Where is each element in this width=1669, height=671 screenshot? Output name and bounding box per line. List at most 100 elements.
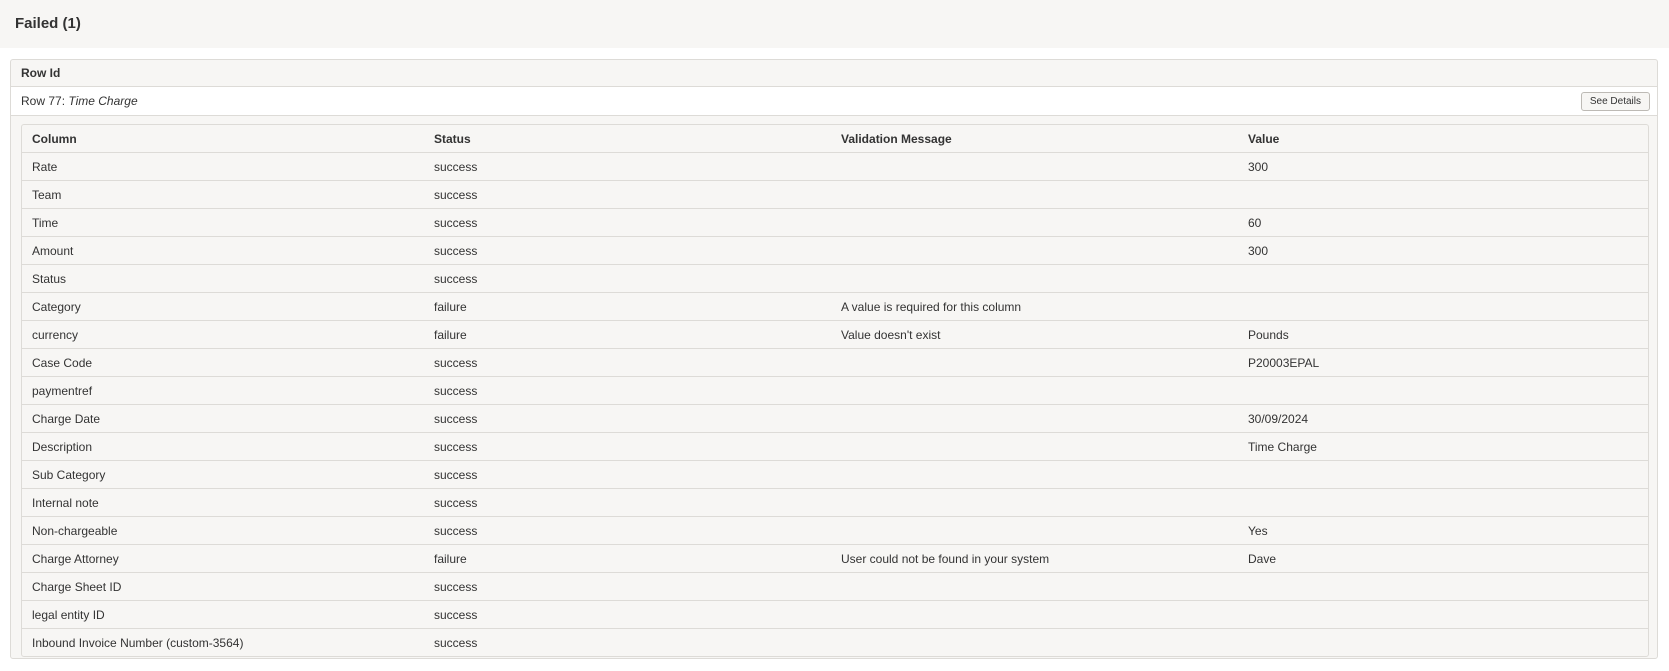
cell-value: 300 <box>1238 236 1648 265</box>
cell-status: success <box>424 600 831 629</box>
failed-section-title: Failed (1) <box>15 15 81 32</box>
table-row: Internal note success <box>22 488 1648 517</box>
cell-column-name: Case Code <box>22 348 424 377</box>
cell-value: P20003EPAL <box>1238 348 1648 377</box>
cell-column-name: paymentref <box>22 376 424 405</box>
cell-validation-message <box>831 629 1238 657</box>
table-row: Sub Category success <box>22 460 1648 489</box>
table-row: Amount success 300 <box>22 236 1648 265</box>
see-details-button[interactable]: See Details <box>1580 92 1650 111</box>
cell-value: Dave <box>1238 544 1648 573</box>
table-row: Time success 60 <box>22 208 1648 237</box>
table-row: paymentref success <box>22 376 1648 405</box>
cell-validation-message <box>831 236 1238 265</box>
cell-status: failure <box>424 320 831 349</box>
import-results-page: Failed (1) Row Id Row 77: Time Charge Se… <box>0 0 1669 671</box>
cell-column-name: currency <box>22 320 424 349</box>
cell-validation-message: A value is required for this column <box>831 292 1238 321</box>
cell-value <box>1238 264 1648 293</box>
cell-validation-message <box>831 376 1238 405</box>
cell-status: success <box>424 516 831 545</box>
row-id-heading: Row Id <box>11 60 1657 87</box>
cell-status: success <box>424 572 831 601</box>
row-name: Time Charge <box>68 94 138 108</box>
failed-section-header: Failed (1) <box>0 0 1669 48</box>
validation-table: Column Status Validation Message Value R… <box>22 125 1648 656</box>
cell-column-name: Team <box>22 180 424 209</box>
failed-rows-panel: Row Id Row 77: Time Charge See Details C… <box>10 59 1658 659</box>
cell-validation-message <box>831 572 1238 601</box>
cell-value <box>1238 460 1648 489</box>
cell-validation-message <box>831 348 1238 377</box>
cell-value <box>1238 180 1648 209</box>
column-header-validation-message: Validation Message <box>831 125 1238 153</box>
cell-value: 30/09/2024 <box>1238 404 1648 433</box>
cell-column-name: Time <box>22 208 424 237</box>
table-body: Rate success 300 Team success Time success 60 Am… <box>22 152 1648 657</box>
cell-column-name: Rate <box>22 152 424 181</box>
cell-status: success <box>424 180 831 209</box>
cell-status: success <box>424 488 831 517</box>
cell-value <box>1238 600 1648 629</box>
column-header-status: Status <box>424 125 831 153</box>
cell-validation-message <box>831 404 1238 433</box>
cell-column-name: Amount <box>22 236 424 265</box>
cell-column-name: Internal note <box>22 488 424 517</box>
cell-value: 300 <box>1238 152 1648 181</box>
cell-validation-message <box>831 432 1238 461</box>
cell-status: success <box>424 460 831 489</box>
cell-validation-message <box>831 460 1238 489</box>
cell-status: success <box>424 152 831 181</box>
cell-value <box>1238 488 1648 517</box>
cell-column-name: Non-chargeable <box>22 516 424 545</box>
cell-value: Time Charge <box>1238 432 1648 461</box>
cell-value <box>1238 376 1648 405</box>
cell-status: success <box>424 404 831 433</box>
column-header-value: Value <box>1238 125 1648 153</box>
failed-row-summary: Row 77: Time Charge See Details <box>11 87 1657 116</box>
cell-column-name: Description <box>22 432 424 461</box>
cell-validation-message: Value doesn't exist <box>831 320 1238 349</box>
cell-status: failure <box>424 544 831 573</box>
row-id-label: Row 77: <box>21 94 66 108</box>
cell-validation-message <box>831 516 1238 545</box>
table-row: Case Code success P20003EPAL <box>22 348 1648 377</box>
cell-column-name: Status <box>22 264 424 293</box>
cell-value <box>1238 572 1648 601</box>
cell-validation-message <box>831 600 1238 629</box>
cell-value: 60 <box>1238 208 1648 237</box>
cell-column-name: Category <box>22 292 424 321</box>
table-row: legal entity ID success <box>22 600 1648 629</box>
table-row: Description success Time Charge <box>22 432 1648 461</box>
cell-status: success <box>424 376 831 405</box>
cell-validation-message <box>831 264 1238 293</box>
cell-column-name: Charge Date <box>22 404 424 433</box>
cell-column-name: Inbound Invoice Number (custom-3564) <box>32 635 244 650</box>
cell-status: success <box>424 264 831 293</box>
cell-status: failure <box>424 292 831 321</box>
table-row: Category failure A value is required for t… <box>22 292 1648 321</box>
table-row: Charge Attorney failure User could not be … <box>22 544 1648 573</box>
cell-validation-message <box>831 208 1238 237</box>
cell-value: Pounds <box>1238 320 1648 349</box>
table-header-row: Column Status Validation Message Value <box>22 125 1648 153</box>
cell-value <box>1238 292 1648 321</box>
cell-column-name: Sub Category <box>22 460 424 489</box>
cell-validation-message <box>831 180 1238 209</box>
cell-column-name: legal entity ID <box>22 600 424 629</box>
cell-status: success <box>424 208 831 237</box>
cell-status: success <box>434 635 478 650</box>
cell-validation-message <box>831 152 1238 181</box>
cell-status: success <box>424 348 831 377</box>
cell-status: success <box>424 236 831 265</box>
table-row: Charge Sheet ID success <box>22 572 1648 601</box>
cell-status: success <box>424 432 831 461</box>
column-header-column: Column <box>22 125 424 153</box>
cell-value <box>1238 629 1648 657</box>
cell-validation-message: User could not be found in your system <box>831 544 1238 573</box>
cell-column-name: Charge Sheet ID <box>22 572 424 601</box>
table-row: Non-chargeable success Yes <box>22 516 1648 545</box>
table-row: Status success <box>22 264 1648 293</box>
cell-value: Yes <box>1238 516 1648 545</box>
table-row: Inbound Invoice Number (custom-3564) succ… <box>22 629 1648 657</box>
